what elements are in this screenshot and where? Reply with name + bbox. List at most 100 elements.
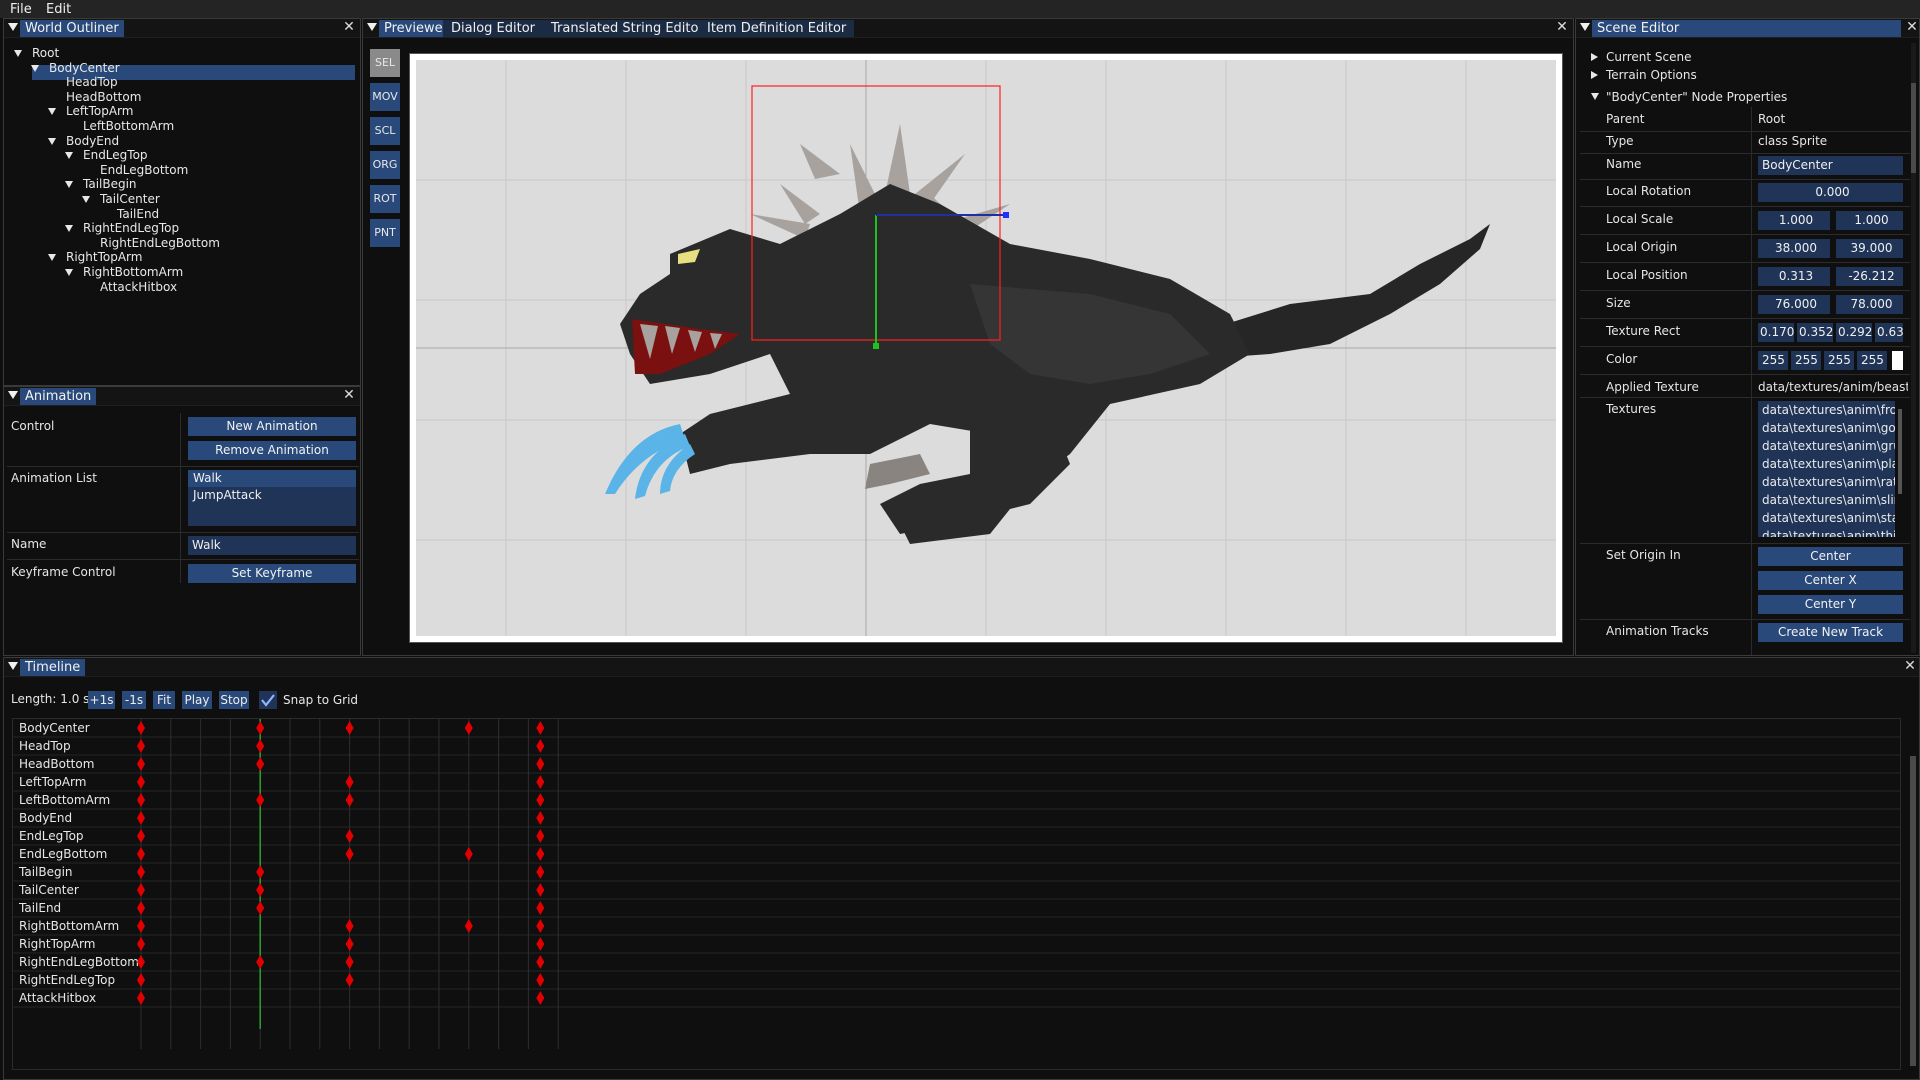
current-scene-header[interactable]: Current Scene (1606, 50, 1691, 64)
keyframe-marker[interactable] (536, 847, 545, 861)
tool-select-button[interactable]: SEL (370, 49, 400, 77)
texture-rect-input[interactable]: 0.292 (1836, 323, 1872, 342)
tree-expand-arrow-icon[interactable] (48, 108, 56, 116)
preview-canvas[interactable] (409, 53, 1563, 643)
node-name-input[interactable]: BodyCenter (1758, 156, 1903, 175)
color-swatch[interactable] (1892, 351, 1903, 370)
terrain-options-header[interactable]: Terrain Options (1606, 68, 1697, 82)
keyframe-marker[interactable] (536, 901, 545, 915)
tree-expand-arrow-icon[interactable] (65, 152, 73, 160)
keyframe-marker[interactable] (256, 865, 265, 879)
create-new-track-button[interactable]: Create New Track (1758, 623, 1903, 642)
texture-item[interactable]: data\textures\anim\star (1762, 509, 1895, 527)
texture-item[interactable]: data\textures\anim\grub (1762, 437, 1895, 455)
texture-item[interactable]: data\textures\anim\thin (1762, 527, 1895, 537)
keyframe-marker[interactable] (464, 721, 473, 735)
keyframe-marker[interactable] (137, 883, 145, 897)
remove-animation-button[interactable]: Remove Animation (188, 441, 356, 460)
keyframe-marker[interactable] (536, 973, 545, 987)
keyframe-marker[interactable] (536, 955, 545, 969)
keyframe-marker[interactable] (137, 775, 145, 789)
keyframe-marker[interactable] (345, 793, 354, 807)
collapse-arrow-icon[interactable] (1591, 93, 1599, 100)
local-scale-x-input[interactable]: 1.000 (1758, 211, 1830, 230)
texture-rect-input[interactable]: 0.352 (1797, 323, 1833, 342)
texture-rect-input[interactable]: 0.170 (1758, 323, 1794, 342)
texture-rect-input[interactable]: 0.63 (1875, 323, 1903, 342)
keyframe-marker[interactable] (536, 919, 545, 933)
tree-expand-arrow-icon[interactable] (65, 269, 73, 276)
keyframe-marker[interactable] (536, 937, 545, 951)
keyframe-marker[interactable] (137, 829, 145, 843)
keyframe-marker[interactable] (536, 991, 545, 1005)
origin-center-x-button[interactable]: Center X (1758, 571, 1903, 590)
tool-scale-button[interactable]: SCL (370, 117, 400, 145)
expand-arrow-icon[interactable] (1591, 71, 1598, 79)
texture-item[interactable]: data\textures\anim\slim (1762, 491, 1895, 509)
tree-expand-arrow-icon[interactable] (65, 225, 73, 233)
close-icon[interactable]: ✕ (342, 387, 356, 405)
tree-expand-arrow-icon[interactable] (65, 181, 73, 189)
color-r-input[interactable]: 255 (1758, 351, 1788, 370)
fit-button[interactable]: Fit (153, 691, 175, 709)
collapse-arrow-icon[interactable] (8, 662, 18, 670)
local-scale-y-input[interactable]: 1.000 (1836, 211, 1903, 230)
size-x-input[interactable]: 76.000 (1758, 295, 1830, 314)
color-b-input[interactable]: 255 (1824, 351, 1854, 370)
keyframe-marker[interactable] (536, 865, 545, 879)
collapse-arrow-icon[interactable] (8, 23, 18, 31)
color-g-input[interactable]: 255 (1791, 351, 1821, 370)
keyframe-marker[interactable] (256, 721, 265, 735)
add-second-button[interactable]: +1s (88, 691, 115, 709)
keyframe-marker[interactable] (345, 973, 354, 987)
new-animation-button[interactable]: New Animation (188, 417, 356, 436)
menu-file[interactable]: File (10, 2, 32, 17)
keyframe-marker[interactable] (345, 721, 354, 735)
set-keyframe-button[interactable]: Set Keyframe (188, 564, 356, 583)
keyframe-marker[interactable] (137, 757, 145, 771)
keyframe-marker[interactable] (256, 883, 265, 897)
tab-translated-string-editor[interactable]: Translated String Editor (543, 20, 712, 37)
textures-scrollbar[interactable] (1898, 409, 1902, 494)
collapse-arrow-icon[interactable] (1580, 23, 1590, 31)
color-a-input[interactable]: 255 (1857, 351, 1887, 370)
remove-second-button[interactable]: -1s (122, 691, 146, 709)
texture-item[interactable]: data\textures\anim\frog (1762, 401, 1895, 419)
local-position-x-input[interactable]: 0.313 (1758, 267, 1830, 286)
keyframe-marker[interactable] (536, 775, 545, 789)
close-icon[interactable]: ✕ (1555, 19, 1569, 37)
keyframe-marker[interactable] (464, 847, 473, 861)
collapse-arrow-icon[interactable] (367, 23, 377, 31)
keyframe-marker[interactable] (137, 793, 145, 807)
tree-expand-arrow-icon[interactable] (48, 254, 56, 262)
keyframe-marker[interactable] (464, 919, 473, 933)
close-icon[interactable]: ✕ (342, 19, 356, 37)
stop-button[interactable]: Stop (219, 691, 249, 709)
outliner-node[interactable]: AttackHitbox (82, 279, 177, 296)
keyframe-marker[interactable] (256, 739, 265, 753)
keyframe-marker[interactable] (345, 937, 354, 951)
keyframe-marker[interactable] (137, 991, 145, 1005)
texture-item[interactable]: data\textures\anim\rat.p (1762, 473, 1895, 491)
tree-expand-arrow-icon[interactable] (31, 64, 39, 72)
keyframe-marker[interactable] (345, 919, 354, 933)
keyframe-marker[interactable] (536, 739, 545, 753)
snap-to-grid-checkbox[interactable] (259, 691, 277, 709)
close-icon[interactable]: ✕ (1903, 658, 1917, 676)
tool-paint-button[interactable]: PNT (370, 219, 400, 247)
timeline-keyframe-grid[interactable]: BodyCenter HeadTop HeadBottom LeftTopArm Lef… (13, 719, 1900, 1069)
textures-listbox[interactable]: data\textures\anim\frog data\textures\an… (1758, 401, 1895, 537)
scene-editor-scrollbar[interactable] (1911, 43, 1916, 653)
tree-expand-arrow-icon[interactable] (14, 50, 22, 57)
animation-name-input[interactable]: Walk (188, 536, 356, 555)
tab-item-definition-editor[interactable]: Item Definition Editor (699, 20, 855, 37)
keyframe-marker[interactable] (345, 955, 354, 969)
tab-dialog-editor[interactable]: Dialog Editor (443, 20, 544, 37)
keyframe-marker[interactable] (256, 793, 265, 807)
tab-previewer[interactable]: Previewer (379, 20, 453, 37)
tool-move-button[interactable]: MOV (370, 83, 400, 111)
tool-rotate-button[interactable]: ROT (370, 185, 400, 213)
keyframe-marker[interactable] (536, 829, 545, 843)
keyframe-marker[interactable] (345, 775, 354, 789)
texture-item[interactable]: data\textures\anim\play (1762, 455, 1895, 473)
